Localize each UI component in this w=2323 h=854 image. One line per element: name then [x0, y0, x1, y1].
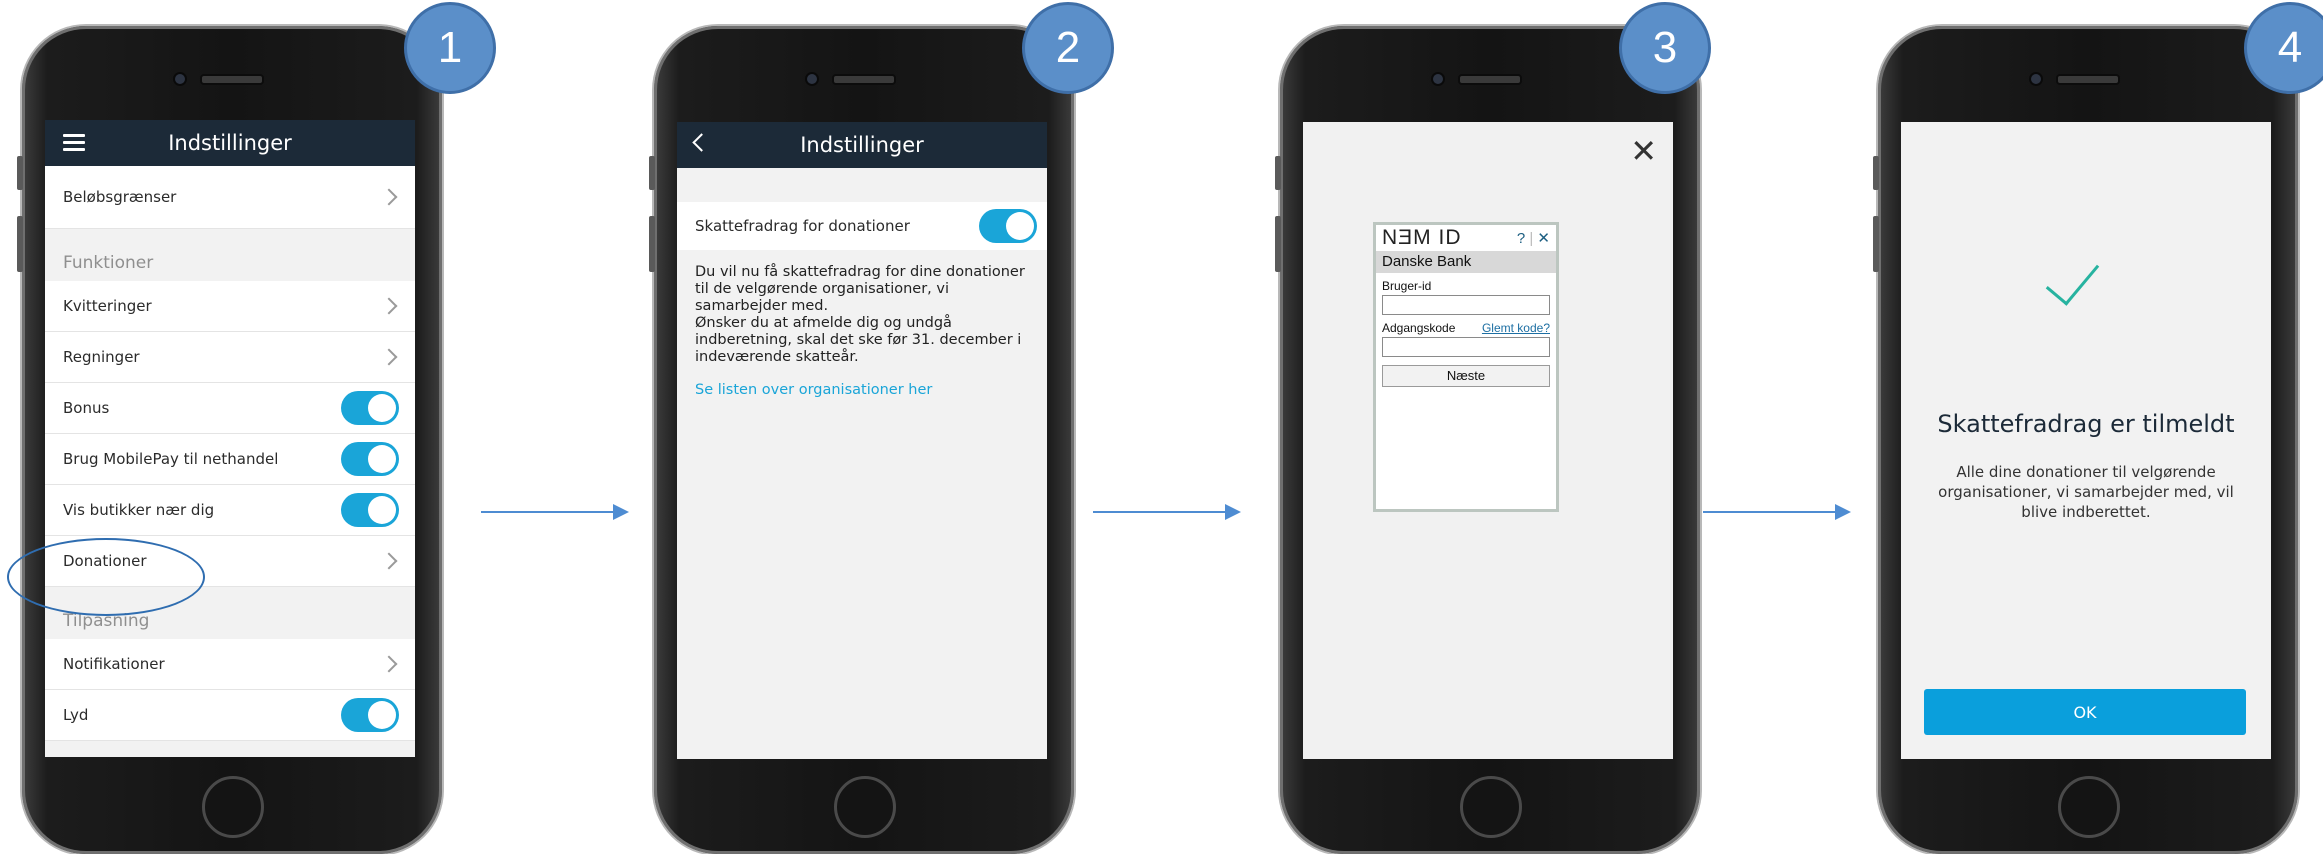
- speaker-grille: [200, 74, 264, 85]
- screen-nemid-login: ✕ NƎM ID ? | ✕ Danske Bank Bruger-id Adg…: [1303, 122, 1673, 759]
- confirmation-title: Skattefradrag er tilmeldt: [1937, 410, 2235, 438]
- close-icon[interactable]: ✕: [1630, 132, 1657, 170]
- highlight-oval: [7, 538, 205, 616]
- camera-icon: [173, 72, 187, 86]
- arrow-icon: [481, 504, 629, 520]
- speaker-grille: [832, 74, 896, 85]
- side-button: [1873, 216, 1879, 272]
- settings-item-receipts[interactable]: Kvitteringer: [45, 281, 415, 332]
- phone-2: Indstillinger Skattefradrag for donation…: [649, 26, 1074, 854]
- user-id-label: Bruger-id: [1376, 273, 1556, 295]
- settings-item-tax-deduction: Skattefradrag for donationer: [677, 202, 1047, 250]
- nemid-logo: NƎM ID: [1382, 226, 1462, 249]
- back-arrow-icon[interactable]: [692, 133, 711, 152]
- tax-deduction-toggle[interactable]: [979, 209, 1037, 243]
- settings-item-label: Vis butikker nær dig: [63, 501, 215, 519]
- next-button[interactable]: Næste: [1382, 365, 1550, 387]
- settings-item-label: Bonus: [63, 399, 110, 417]
- home-button[interactable]: [1460, 776, 1522, 838]
- close-icon[interactable]: ✕: [1537, 230, 1550, 247]
- side-button: [1275, 216, 1281, 272]
- chevron-right-icon: [380, 655, 398, 673]
- side-button: [649, 156, 655, 190]
- password-label-text: Adgangskode: [1382, 321, 1456, 335]
- settings-item-sound: Lyd: [45, 690, 415, 741]
- settings-item-limits[interactable]: Beløbsgrænser: [45, 166, 415, 229]
- camera-icon: [805, 72, 819, 86]
- hamburger-menu-icon[interactable]: [63, 134, 85, 152]
- bonus-toggle[interactable]: [341, 391, 399, 425]
- organisations-link[interactable]: Se listen over organisationer her: [677, 366, 1047, 398]
- home-button[interactable]: [834, 776, 896, 838]
- speaker-grille: [1458, 74, 1522, 85]
- settings-item-webshop: Brug MobilePay til nethandel: [45, 434, 415, 485]
- settings-item-label: Kvitteringer: [63, 297, 152, 315]
- side-button: [17, 216, 23, 272]
- password-input[interactable]: [1382, 337, 1550, 357]
- home-button[interactable]: [2058, 776, 2120, 838]
- phone-4: Skattefradrag er tilmeldt Alle dine dona…: [1873, 26, 2298, 854]
- page-title: Indstillinger: [168, 131, 292, 155]
- checkmark-icon: [2045, 249, 2100, 306]
- chevron-right-icon: [380, 297, 398, 315]
- sound-toggle[interactable]: [341, 698, 399, 732]
- step-badge: 1: [404, 2, 496, 94]
- user-id-label-text: Bruger-id: [1382, 279, 1432, 293]
- chevron-right-icon: [380, 188, 398, 206]
- side-button: [1275, 156, 1281, 190]
- nemid-controls: ? | ✕: [1516, 230, 1550, 247]
- arrow-icon: [1703, 504, 1851, 520]
- settings-item-bills[interactable]: Regninger: [45, 332, 415, 383]
- nearby-stores-toggle[interactable]: [341, 493, 399, 527]
- camera-icon: [1431, 72, 1445, 86]
- confirmation-text: Alle dine donationer til velgørende orga…: [1938, 463, 2234, 521]
- user-id-input[interactable]: [1382, 295, 1550, 315]
- phone-3: ✕ NƎM ID ? | ✕ Danske Bank Bruger-id Adg…: [1275, 26, 1700, 854]
- settings-item-notifications[interactable]: Notifikationer: [45, 639, 415, 690]
- settings-item-label: Lyd: [63, 706, 89, 724]
- nemid-login-box: NƎM ID ? | ✕ Danske Bank Bruger-id Adgan…: [1373, 222, 1559, 512]
- password-label: Adgangskode Glemt kode?: [1376, 315, 1556, 337]
- screen-confirmation: Skattefradrag er tilmeldt Alle dine dona…: [1901, 122, 2271, 759]
- settings-item-label: Regninger: [63, 348, 140, 366]
- step-badge: 2: [1022, 2, 1114, 94]
- settings-item-label: Notifikationer: [63, 655, 165, 673]
- description-text: Du vil nu få skattefradrag for dine dona…: [695, 264, 1025, 365]
- speaker-grille: [2056, 74, 2120, 85]
- side-button: [649, 216, 655, 272]
- settings-item-label: Beløbsgrænser: [63, 188, 177, 206]
- help-icon[interactable]: ?: [1517, 230, 1525, 247]
- top-bar: Indstillinger: [677, 122, 1047, 168]
- settings-item-nearby-stores: Vis butikker nær dig: [45, 485, 415, 536]
- top-bar: Indstillinger: [45, 120, 415, 166]
- side-button: [1873, 156, 1879, 190]
- settings-item-label: Skattefradrag for donationer: [695, 217, 910, 235]
- section-header-functions: Funktioner: [63, 253, 154, 273]
- screen-settings: Indstillinger Beløbsgrænser Funktioner K…: [45, 120, 415, 757]
- nemid-header: NƎM ID ? | ✕: [1376, 225, 1556, 251]
- phone-1: Indstillinger Beløbsgrænser Funktioner K…: [17, 26, 442, 854]
- screen-donation-settings: Indstillinger Skattefradrag for donation…: [677, 122, 1047, 759]
- forgot-password-link[interactable]: Glemt kode?: [1482, 321, 1550, 335]
- webshop-toggle[interactable]: [341, 442, 399, 476]
- camera-icon: [2029, 72, 2043, 86]
- settings-item-label: Brug MobilePay til nethandel: [63, 450, 279, 468]
- bank-name: Danske Bank: [1376, 251, 1556, 273]
- step-badge: 3: [1619, 2, 1711, 94]
- settings-item-bonus: Bonus: [45, 383, 415, 434]
- side-button: [17, 156, 23, 190]
- home-button[interactable]: [202, 776, 264, 838]
- ok-button[interactable]: OK: [1924, 689, 2246, 735]
- chevron-right-icon: [380, 552, 398, 570]
- page-title: Indstillinger: [800, 133, 924, 157]
- chevron-right-icon: [380, 348, 398, 366]
- arrow-icon: [1093, 504, 1241, 520]
